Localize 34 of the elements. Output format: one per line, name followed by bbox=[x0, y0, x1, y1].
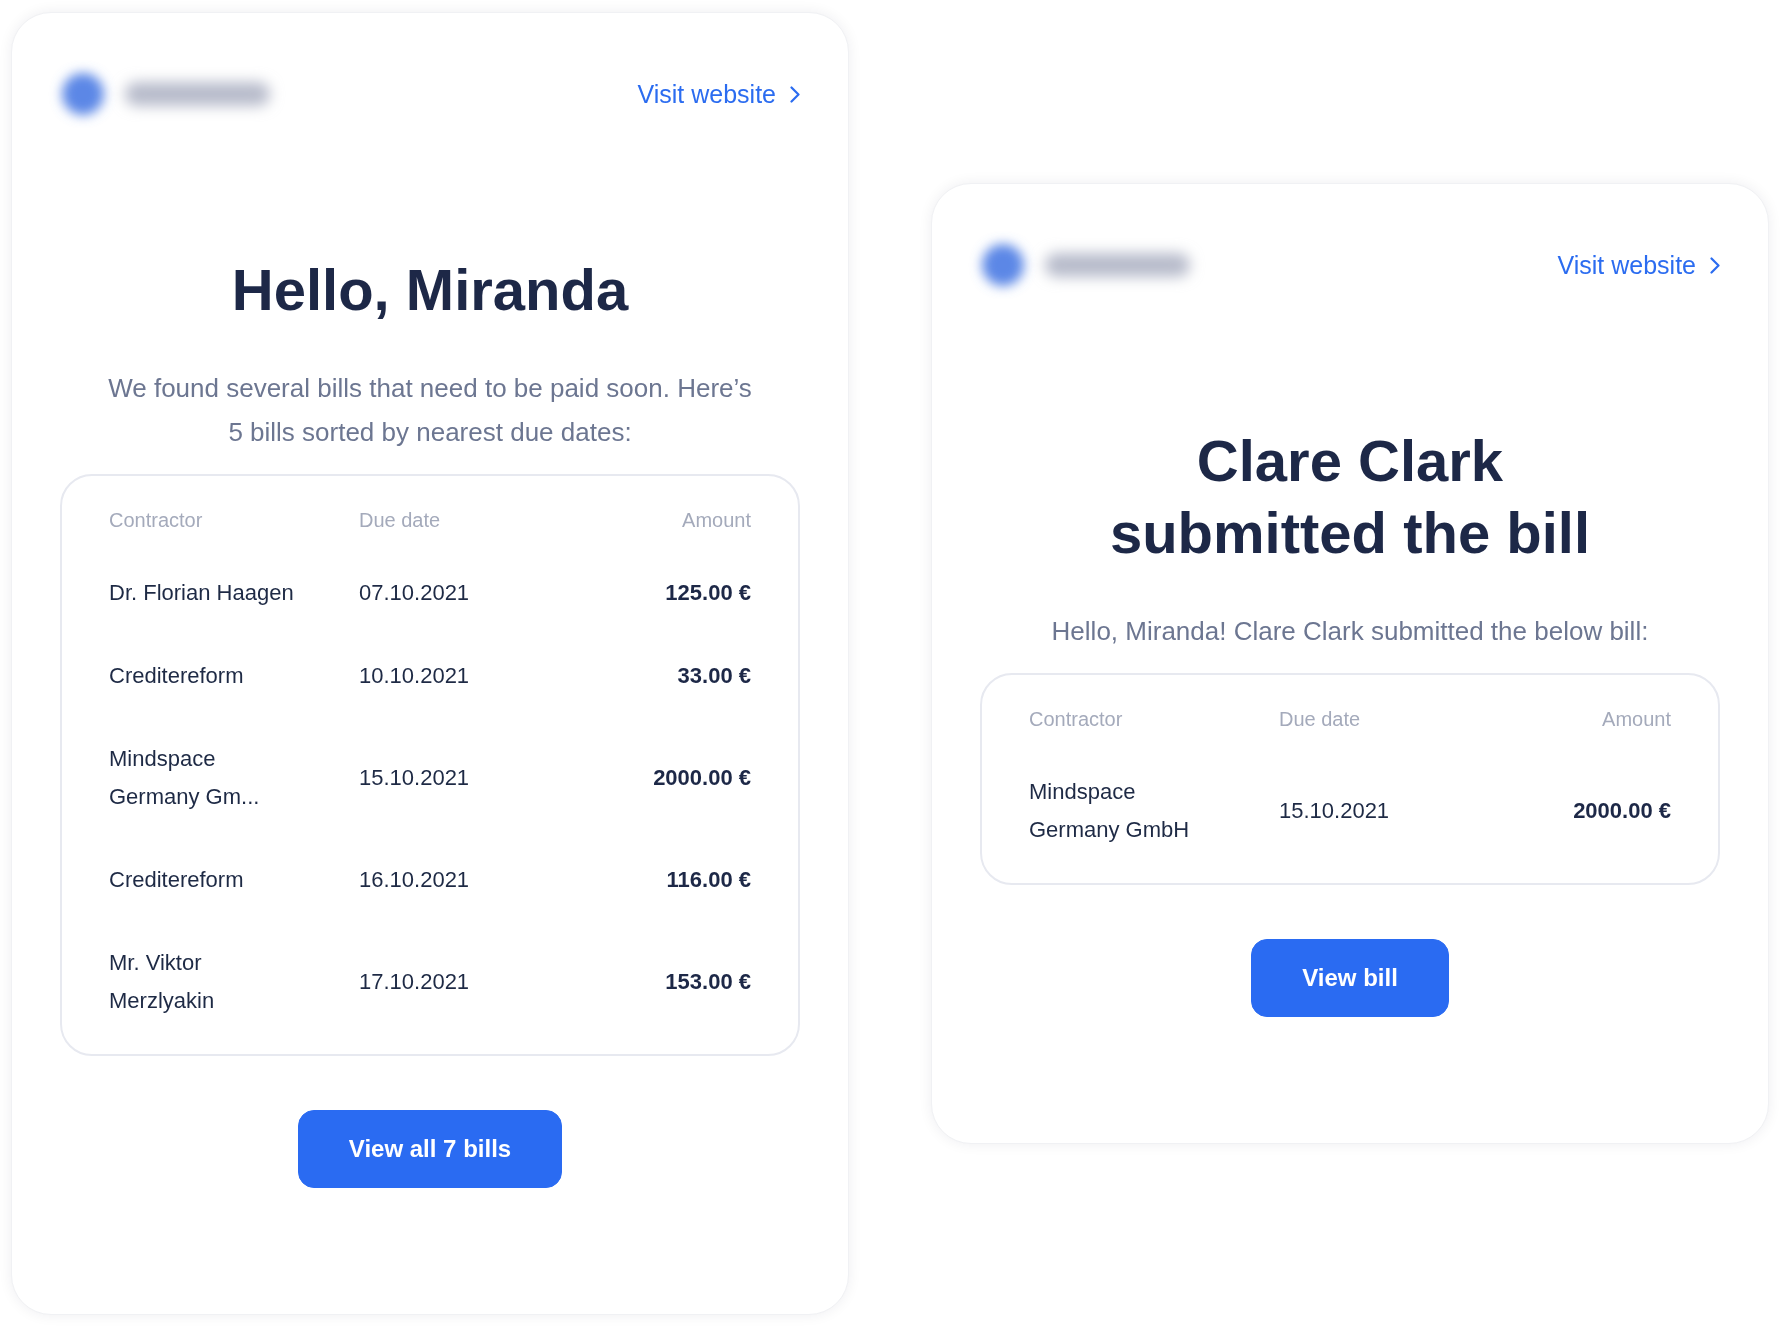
amount-cell-text: 2000.00 € bbox=[1573, 796, 1671, 825]
view-bills-button[interactable]: View all 7 bills bbox=[297, 1110, 563, 1188]
contractor-cell-text: Creditereform bbox=[109, 865, 244, 894]
column-header: Due date bbox=[1279, 707, 1361, 732]
due-date-cell-text: 07.10.2021 bbox=[359, 578, 470, 607]
due-date-cell-text: 16.10.2021 bbox=[359, 865, 470, 894]
message-text: We found several bills that need to be paid soon. Here’s 5 bills sorted by nearest due dates: bbox=[107, 372, 753, 449]
chevron-right-icon bbox=[790, 85, 800, 103]
due-date-cell-text: 15.10.2021 bbox=[359, 763, 470, 792]
amount-cell-text: 153.00 € bbox=[665, 967, 751, 996]
due-date-cell-text: 17.10.2021 bbox=[359, 967, 470, 996]
column-header: Amount bbox=[682, 508, 751, 533]
column-header: Contractor bbox=[109, 508, 203, 533]
amount-cell-text: 125.00 € bbox=[665, 578, 751, 607]
heading: Hello, Miranda bbox=[230, 256, 630, 324]
column-header: Amount bbox=[1602, 707, 1671, 732]
contractor-cell-text: Dr. Florian Haagen bbox=[109, 578, 294, 607]
visit-website-link[interactable]: Visit website bbox=[637, 78, 800, 110]
chevron-right-icon bbox=[1710, 256, 1720, 274]
amount-cell-text: 2000.00 € bbox=[653, 763, 751, 792]
amount-cell-text: 116.00 € bbox=[666, 865, 751, 894]
message-text: Hello, Miranda! Clare Clark submitted the below bill: bbox=[1050, 615, 1650, 648]
contractor-cell-text: Mindspace Germany Gm... bbox=[109, 744, 261, 811]
amount-cell-text: 33.00 € bbox=[677, 661, 751, 690]
column-header: Contractor bbox=[1029, 707, 1123, 732]
contractor-cell-text: Creditereform bbox=[109, 661, 244, 690]
column-header: Due date bbox=[359, 508, 441, 533]
heading: Clare Clark submitted the bill bbox=[1108, 427, 1592, 567]
contractor-cell-text: Mindspace Germany GmbH bbox=[1029, 777, 1191, 844]
due-date-cell-text: 10.10.2021 bbox=[359, 661, 470, 690]
contractor-cell-text: Mr. Viktor Merzlyakin bbox=[109, 948, 216, 1015]
due-date-cell-text: 15.10.2021 bbox=[1279, 796, 1390, 825]
visit-website-link[interactable]: Visit website bbox=[1557, 249, 1720, 281]
view-bills-button[interactable]: View bill bbox=[1251, 939, 1449, 1017]
